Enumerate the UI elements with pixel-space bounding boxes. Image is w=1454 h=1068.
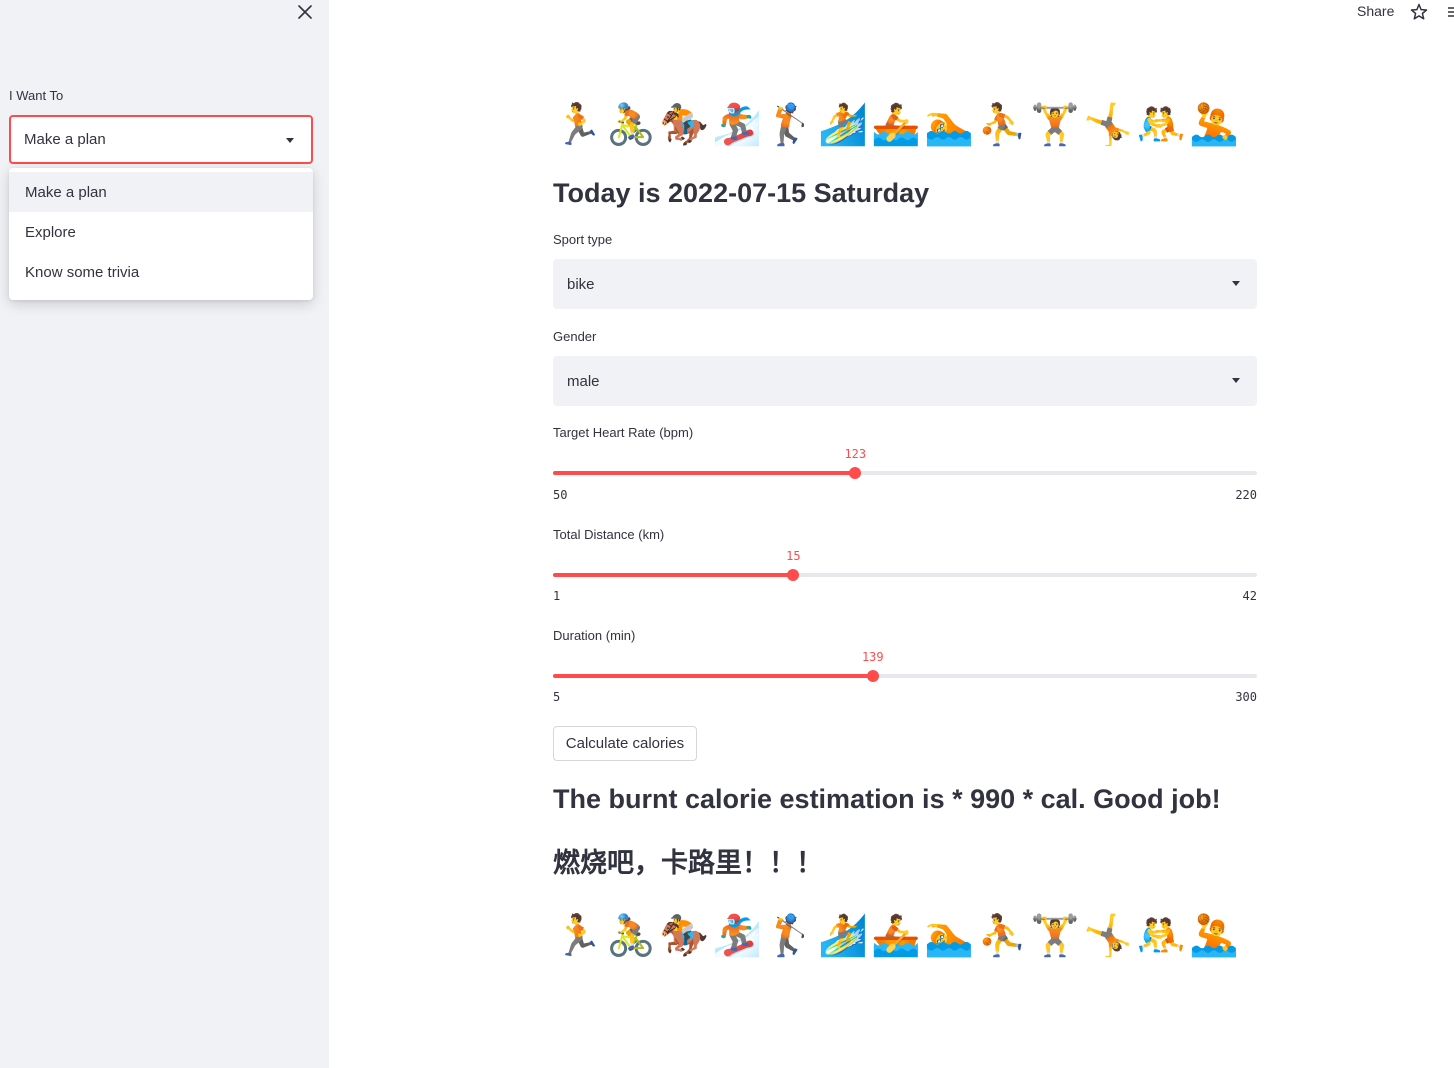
emoji-snowboarding: 🏂 <box>712 914 762 958</box>
slider-fill <box>553 573 794 577</box>
emoji-biking: 🚴 <box>606 914 656 958</box>
chevron-down-icon <box>1232 378 1240 383</box>
close-icon <box>298 5 312 19</box>
emoji-surfing: 🏄 <box>818 914 868 958</box>
app: I Want To Make a plan Make a plan Explor… <box>0 0 1454 1068</box>
emoji-wrestling: 🤼 <box>1136 914 1186 958</box>
emoji-running: 🏃 <box>553 103 603 147</box>
sport-type-label: Sport type <box>553 232 613 247</box>
mode-select-value: Make a plan <box>24 131 106 148</box>
chevron-down-icon <box>1232 281 1240 286</box>
slider-fill <box>553 471 856 475</box>
option-make-a-plan[interactable]: Make a plan <box>9 172 313 212</box>
slider-value: 139 <box>861 650 884 664</box>
hamburger-menu-icon <box>1448 7 1454 17</box>
mode-dropdown-menu: Make a plan Explore Know some trivia <box>9 168 313 300</box>
heart-rate-label: Target Heart Rate (bpm) <box>553 425 694 440</box>
duration-max: 300 <box>1235 690 1257 704</box>
duration-label: Duration (min) <box>553 628 636 643</box>
chevron-down-icon <box>286 138 294 143</box>
gender-label: Gender <box>553 329 597 344</box>
option-explore[interactable]: Explore <box>9 212 313 252</box>
emoji-water-polo: 🤽 <box>1189 914 1239 958</box>
emoji-running: 🏃 <box>553 914 603 958</box>
sidebar-select-label: I Want To <box>9 88 64 103</box>
slider-value: 123 <box>844 447 867 461</box>
heart-rate-max: 220 <box>1235 488 1257 502</box>
option-know-some-trivia[interactable]: Know some trivia <box>9 252 313 292</box>
emoji-wrestling: 🤼 <box>1136 103 1186 147</box>
heart-rate-slider[interactable]: 123 <box>553 447 1257 485</box>
main-menu-button[interactable] <box>1445 4 1454 20</box>
calculate-calories-button[interactable]: Calculate calories <box>553 726 697 761</box>
duration-min: 5 <box>553 690 561 704</box>
slogan-heading: 燃烧吧，卡路里！！！ <box>553 848 823 879</box>
emoji-snowboarding: 🏂 <box>712 103 762 147</box>
calorie-result: The burnt calorie estimation is * 990 * … <box>553 784 1221 814</box>
slider-value: 15 <box>786 549 801 563</box>
sports-emoji-row-top: 🏃 🚴 🏇 🏂 🏌 🏄 🚣 🏊 ⛹ 🏋 🤸 🤼 🤽 <box>553 101 1239 149</box>
page-title: Today is 2022-07-15 Saturday <box>553 178 930 208</box>
emoji-horse-racing: 🏇 <box>659 103 709 147</box>
sport-type-value: bike <box>567 275 595 293</box>
gender-select[interactable]: male <box>553 356 1257 406</box>
emoji-basketball: ⛹ <box>977 103 1027 147</box>
emoji-horse-racing: 🏇 <box>659 914 709 958</box>
gender-value: male <box>567 372 600 390</box>
emoji-water-polo: 🤽 <box>1189 103 1239 147</box>
emoji-basketball: ⛹ <box>977 914 1027 958</box>
emoji-weightlifting: 🏋 <box>1030 914 1080 958</box>
emoji-rowing: 🚣 <box>871 914 921 958</box>
emoji-biking: 🚴 <box>606 103 656 147</box>
emoji-cartwheel: 🤸 <box>1083 914 1133 958</box>
heart-rate-min: 50 <box>553 488 568 502</box>
distance-max: 42 <box>1242 589 1257 603</box>
distance-min: 1 <box>553 589 561 603</box>
emoji-cartwheel: 🤸 <box>1083 103 1133 147</box>
sidebar: I Want To Make a plan Make a plan Explor… <box>0 0 329 1068</box>
distance-label: Total Distance (km) <box>553 527 665 542</box>
slider-fill <box>553 674 873 678</box>
star-button[interactable] <box>1408 1 1430 23</box>
emoji-golfing: 🏌 <box>765 103 815 147</box>
slider-thumb[interactable] <box>849 467 862 479</box>
share-button[interactable]: Share <box>1357 3 1394 19</box>
emoji-rowing: 🚣 <box>871 103 921 147</box>
close-sidebar-button[interactable] <box>294 1 316 23</box>
mode-select[interactable]: Make a plan <box>9 115 313 164</box>
sports-emoji-row-bottom: 🏃 🚴 🏇 🏂 🏌 🏄 🚣 🏊 ⛹ 🏋 🤸 🤼 🤽 <box>553 912 1239 960</box>
distance-slider[interactable]: 15 <box>553 549 1257 587</box>
emoji-swimming: 🏊 <box>924 103 974 147</box>
emoji-golfing: 🏌 <box>765 914 815 958</box>
duration-slider[interactable]: 139 <box>553 650 1257 688</box>
slider-thumb[interactable] <box>787 569 800 581</box>
slider-thumb[interactable] <box>866 670 879 682</box>
emoji-swimming: 🏊 <box>924 914 974 958</box>
emoji-surfing: 🏄 <box>818 103 868 147</box>
emoji-weightlifting: 🏋 <box>1030 103 1080 147</box>
star-icon <box>1410 3 1428 20</box>
sport-type-select[interactable]: bike <box>553 259 1257 309</box>
